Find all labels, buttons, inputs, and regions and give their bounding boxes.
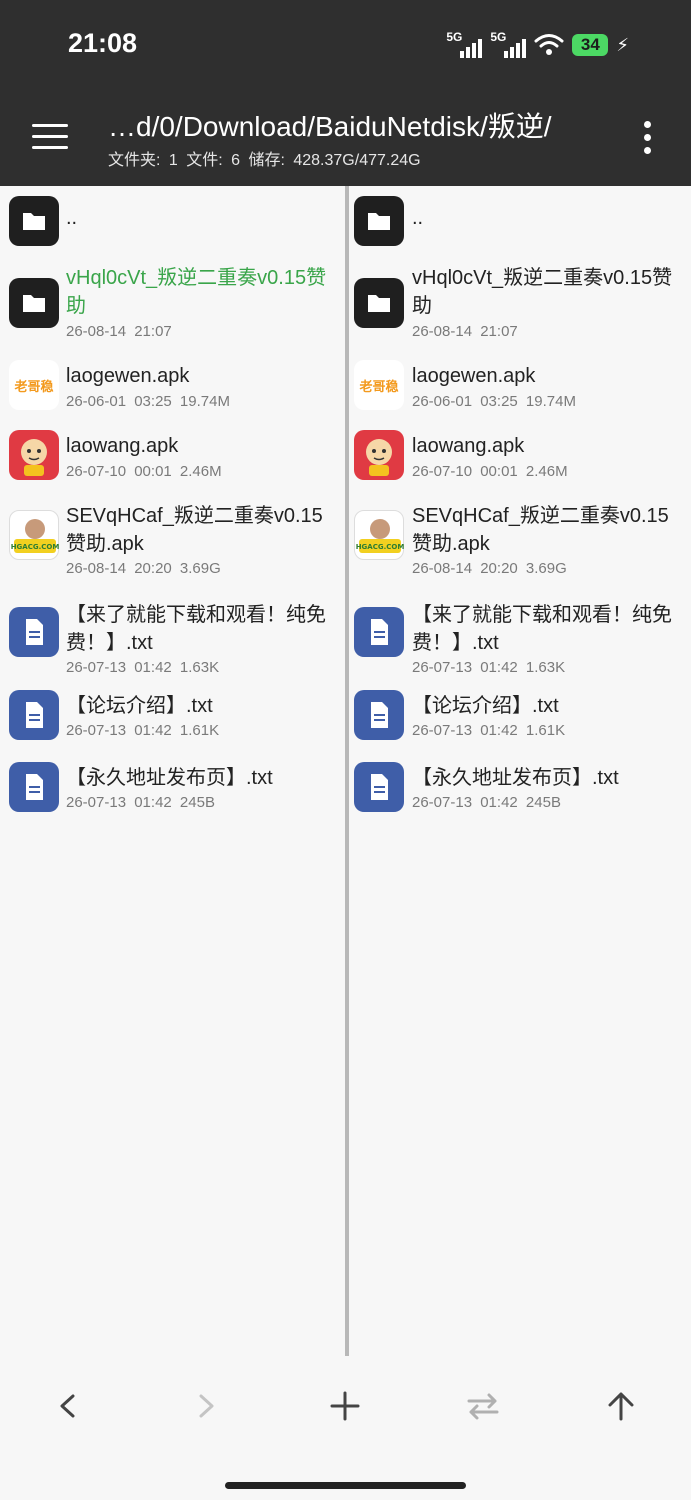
list-item-file[interactable]: 【永久地址发布页】.txt 26-07-13 01:42 245B (0, 760, 345, 820)
list-item-file[interactable]: 老哥稳 laogewen.apk 26-06-01 03:25 19.74M (0, 358, 345, 418)
list-item-file[interactable]: 【永久地址发布页】.txt 26-07-13 01:42 245B (349, 760, 691, 820)
list-item-file[interactable]: laowang.apk 26-07-10 00:01 2.46M (0, 428, 345, 488)
swap-panes-icon[interactable] (463, 1386, 503, 1426)
app-icon-laowang (354, 430, 404, 480)
svg-text:老哥稳: 老哥稳 (358, 379, 398, 395)
bottom-toolbar (0, 1356, 691, 1500)
text-file-icon (9, 607, 59, 657)
battery-indicator: 34 (572, 34, 609, 56)
status-bar: 21:08 5G 5G 34 ⚡ (0, 0, 691, 90)
svg-text:HGACG.COM: HGACG.COM (11, 543, 60, 551)
charging-icon: ⚡ (616, 34, 629, 55)
list-item-file[interactable]: HGACG.COM SEVqHCaf_叛逆二重奏v0.15赞助.apk 26-0… (349, 498, 691, 584)
storage-stats: 文件夹: 1 文件: 6 储存: 428.37G/477.24G (108, 152, 421, 169)
list-item-folder[interactable]: vHql0cVt_叛逆二重奏v0.15赞助 26-08-14 21:07 (349, 256, 691, 346)
menu-button[interactable] (32, 124, 68, 152)
app-icon-laowang (9, 430, 59, 480)
up-arrow-icon[interactable] (601, 1386, 641, 1426)
svg-text:HGACG.COM: HGACG.COM (356, 543, 405, 551)
folder-icon (9, 196, 59, 246)
app-icon-hgacg: HGACG.COM (354, 510, 404, 560)
dual-pane: .. vHql0cVt_叛逆二重奏v0.15赞助 26-08-14 21:07 … (0, 186, 691, 1356)
clock: 21:08 (68, 28, 138, 58)
svg-text:老哥稳: 老哥稳 (13, 379, 53, 395)
text-file-icon (354, 607, 404, 657)
app-icon-laogewen: 老哥稳 (9, 360, 59, 410)
home-indicator[interactable] (225, 1482, 466, 1489)
forward-arrow-icon[interactable] (186, 1386, 226, 1426)
list-item-folder[interactable]: vHql0cVt_叛逆二重奏v0.15赞助 26-08-14 21:07 (0, 256, 345, 346)
folder-icon (354, 278, 404, 328)
more-options-button[interactable] (636, 120, 660, 156)
status-icons: 5G 5G 34 ⚡ (446, 30, 629, 60)
app-icon-hgacg: HGACG.COM (9, 510, 59, 560)
text-file-icon (9, 690, 59, 740)
list-item-file[interactable]: laowang.apk 26-07-10 00:01 2.46M (349, 428, 691, 488)
left-pane[interactable]: .. vHql0cVt_叛逆二重奏v0.15赞助 26-08-14 21:07 … (0, 186, 345, 1356)
list-item-file[interactable]: 老哥稳 laogewen.apk 26-06-01 03:25 19.74M (349, 358, 691, 418)
list-item-parent[interactable]: .. (349, 196, 691, 252)
list-item-file[interactable]: 【论坛介绍】.txt 26-07-13 01:42 1.61K (0, 688, 345, 748)
list-item-file[interactable]: 【来了就能下载和观看！纯免费！】.txt 26-07-13 01:42 1.63… (349, 593, 691, 679)
list-item-file[interactable]: 【来了就能下载和观看！纯免费！】.txt 26-07-13 01:42 1.63… (0, 593, 345, 679)
folder-icon (354, 196, 404, 246)
text-file-icon (354, 690, 404, 740)
app-bar: …d/0/Download/BaiduNetdisk/叛逆/ 文件夹: 1 文件… (0, 90, 691, 186)
add-icon[interactable] (325, 1386, 365, 1426)
text-file-icon (9, 762, 59, 812)
current-path: …d/0/Download/BaiduNetdisk/叛逆/ (108, 111, 552, 142)
signal-icon: 5G (490, 30, 527, 58)
back-arrow-icon[interactable] (48, 1386, 88, 1426)
text-file-icon (354, 762, 404, 812)
wifi-icon (534, 34, 564, 55)
list-item-file[interactable]: 【论坛介绍】.txt 26-07-13 01:42 1.61K (349, 688, 691, 748)
signal-icon: 5G (446, 30, 483, 58)
list-item-file[interactable]: HGACG.COM SEVqHCaf_叛逆二重奏v0.15赞助.apk 26-0… (0, 498, 345, 584)
folder-icon (9, 278, 59, 328)
right-pane[interactable]: .. vHql0cVt_叛逆二重奏v0.15赞助 26-08-14 21:07 … (349, 186, 691, 1356)
app-icon-laogewen: 老哥稳 (354, 360, 404, 410)
list-item-parent[interactable]: .. (0, 196, 345, 252)
